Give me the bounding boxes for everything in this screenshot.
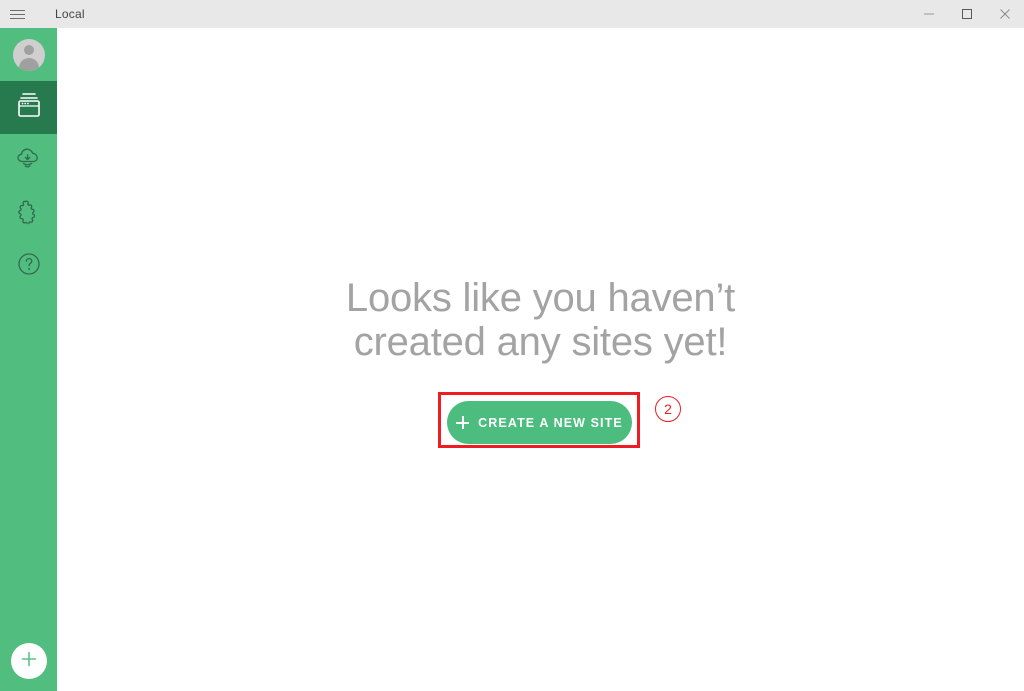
sites-window-icon: [14, 90, 44, 125]
plus-icon: [456, 416, 470, 429]
sidebar-item-account[interactable]: [0, 28, 57, 81]
empty-state: Looks like you haven’t created any sites…: [57, 276, 1024, 452]
local-app-window: Local Looks like you haven’t created any…: [0, 0, 1024, 691]
question-mark-circle-icon: [16, 251, 42, 282]
maximize-icon[interactable]: [948, 0, 986, 28]
minimize-icon[interactable]: [910, 0, 948, 28]
annotation-step-number: 2: [655, 396, 681, 422]
sidebar-item-sites[interactable]: [0, 81, 57, 134]
user-avatar-icon: [12, 38, 45, 71]
empty-state-heading: Looks like you haven’t created any sites…: [345, 276, 736, 364]
window-title: Local: [55, 7, 85, 21]
puzzle-piece-icon: [14, 196, 44, 231]
sidebar-item-blueprints[interactable]: [0, 134, 57, 187]
create-new-site-button[interactable]: CREATE A NEW SITE: [447, 401, 632, 444]
hamburger-line: [9, 13, 25, 15]
create-new-site-label: CREATE A NEW SITE: [478, 415, 623, 430]
sidebar-item-addons[interactable]: [0, 187, 57, 240]
cloud-download-icon: [14, 143, 44, 178]
sidebar: [0, 28, 57, 691]
main-content: Looks like you haven’t created any sites…: [57, 28, 1024, 691]
plus-circle-icon: [19, 649, 39, 674]
hamburger-line: [9, 9, 25, 11]
hamburger-menu-icon[interactable]: [0, 0, 34, 28]
window-controls: [910, 0, 1024, 28]
cta-row: CREATE A NEW SITE 2: [57, 392, 1024, 452]
title-bar: Local: [0, 0, 1024, 28]
add-site-button[interactable]: [11, 643, 47, 679]
sidebar-item-help[interactable]: [0, 240, 57, 293]
hamburger-line: [9, 17, 25, 19]
close-icon[interactable]: [986, 0, 1024, 28]
